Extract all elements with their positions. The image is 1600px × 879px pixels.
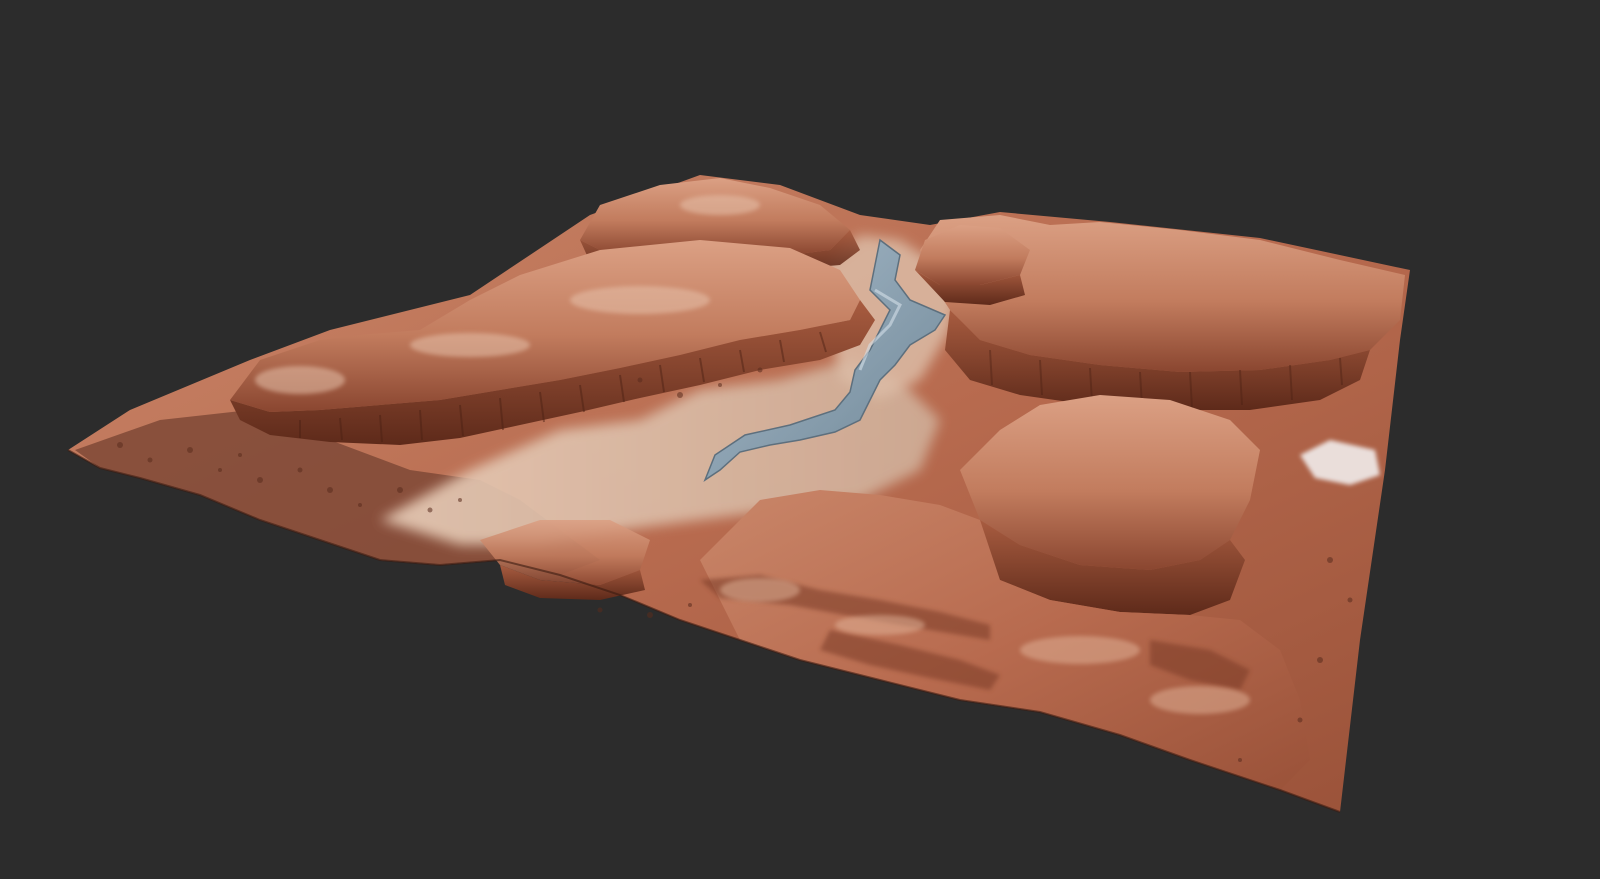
render-viewport[interactable] (0, 0, 1600, 879)
terrain-render (67, 175, 1410, 813)
